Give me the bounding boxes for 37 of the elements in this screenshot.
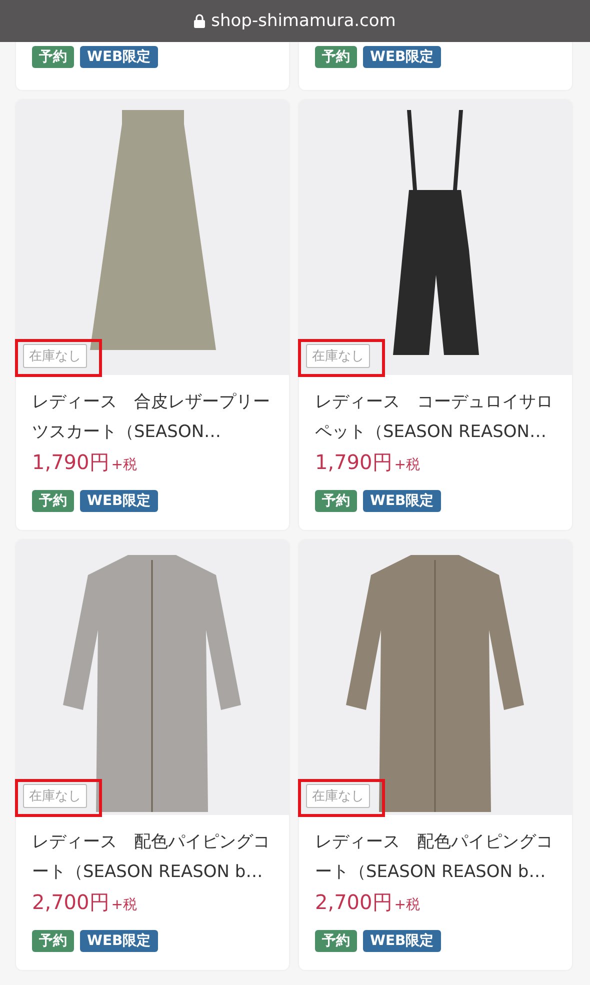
product-price: 2,700円 xyxy=(32,889,110,916)
product-title[interactable]: レディース 配色パイピングコート（SEASON REASON b… xyxy=(315,827,556,887)
out-of-stock-label: 在庫なし xyxy=(306,784,370,808)
product-title[interactable]: レディース 配色パイピングコート（SEASON REASON b… xyxy=(32,827,273,887)
out-of-stock-label: 在庫なし xyxy=(23,344,87,368)
web-only-tag: WEB限定 xyxy=(363,46,441,68)
browser-address-bar[interactable]: shop-shimamura.com xyxy=(0,0,590,42)
url-text: shop-shimamura.com xyxy=(211,11,396,31)
product-title[interactable]: レディース 合皮レザープリーツスカート（SEASON… xyxy=(32,387,273,447)
product-card[interactable]: 在庫なし レディース 合皮レザープリーツスカート（SEASON… 1,790円+税 予約 WEB限定 xyxy=(16,100,289,530)
out-of-stock-label: 在庫なし xyxy=(306,344,370,368)
tax-note: +税 xyxy=(394,896,420,914)
reservation-tag: 予約 xyxy=(315,930,357,952)
product-card[interactable]: 在庫なし レディース コーデュロイサロペット（SEASON REASON… 1,790円+税 予約 WEB限定 xyxy=(299,100,572,530)
web-only-tag: WEB限定 xyxy=(363,930,441,952)
out-of-stock-label: 在庫なし xyxy=(23,784,87,808)
product-price: 2,700円 xyxy=(315,889,392,916)
tax-note: +税 xyxy=(394,456,420,474)
reservation-tag: 予約 xyxy=(315,46,357,68)
reservation-tag: 予約 xyxy=(32,930,74,952)
product-price: 1,790円 xyxy=(315,449,392,476)
tax-note: +税 xyxy=(111,896,137,914)
web-only-tag: WEB限定 xyxy=(80,46,158,68)
reservation-tag: 予約 xyxy=(32,490,74,512)
tax-note: +税 xyxy=(111,456,137,474)
web-only-tag: WEB限定 xyxy=(80,490,158,512)
product-card[interactable]: 在庫なし レディース 配色パイピングコート（SEASON REASON b… 2,700円+税 予約 WEB限定 xyxy=(16,540,289,970)
product-card[interactable]: 予約 WEB限定 xyxy=(16,42,289,90)
reservation-tag: 予約 xyxy=(32,46,74,68)
product-card[interactable]: 予約 WEB限定 xyxy=(299,42,572,90)
web-only-tag: WEB限定 xyxy=(363,490,441,512)
reservation-tag: 予約 xyxy=(315,490,357,512)
product-price: 1,790円 xyxy=(32,449,110,476)
web-only-tag: WEB限定 xyxy=(80,930,158,952)
product-title[interactable]: レディース コーデュロイサロペット（SEASON REASON… xyxy=(315,387,556,447)
lock-icon xyxy=(194,14,206,28)
product-card[interactable]: 在庫なし レディース 配色パイピングコート（SEASON REASON b… 2,700円+税 予約 WEB限定 xyxy=(299,540,572,970)
